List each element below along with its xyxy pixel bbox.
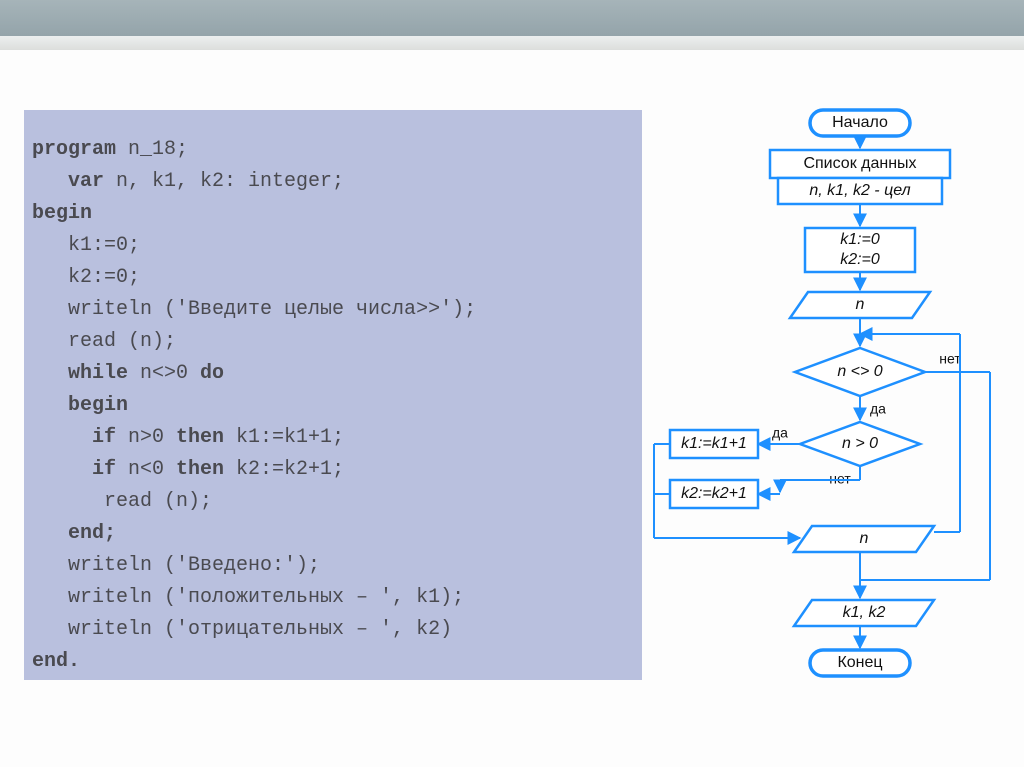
code-line: end; — [32, 518, 634, 550]
code-line: k1:=0; — [32, 230, 634, 262]
code-line: writeln ('положительных – ', k1); — [32, 582, 634, 614]
code-line: read (n); — [32, 326, 634, 358]
code-line: if n<0 then k2:=k2+1; — [32, 454, 634, 486]
flowchart: Начало Список данных n, k1, k2 - цел k1:… — [640, 100, 1020, 760]
flow-init2: k2:=0 — [840, 251, 880, 268]
flow-vars: n, k1, k2 - цел — [809, 182, 910, 199]
code-line: var n, k1, k2: integer; — [32, 166, 634, 198]
flow-end: Конец — [837, 654, 882, 671]
code-line: k2:=0; — [32, 262, 634, 294]
flow-cond2: n > 0 — [842, 435, 878, 452]
code-line: writeln ('Введено:'); — [32, 550, 634, 582]
flow-assign1: k1:=k1+1 — [681, 435, 747, 452]
flow-no1: нет — [939, 351, 961, 367]
code-line: while n<>0 do — [32, 358, 634, 390]
flow-in-n2: n — [860, 530, 869, 547]
code-line: begin — [32, 390, 634, 422]
flow-yes1: да — [870, 401, 886, 417]
flow-assign2: k2:=k2+1 — [681, 485, 747, 502]
flow-start: Начало — [832, 114, 888, 131]
flow-in-n1: n — [856, 296, 865, 313]
header-bar-bottom — [0, 36, 1024, 50]
flow-cond1: n <> 0 — [837, 363, 882, 380]
code-line: writeln ('Введите целые числа>>'); — [32, 294, 634, 326]
flow-init1: k1:=0 — [840, 231, 880, 248]
code-line: writeln ('отрицательных – ', k2) — [32, 614, 634, 646]
code-line: end. — [32, 646, 634, 678]
flow-yes2: да — [772, 425, 788, 441]
code-line: if n>0 then k1:=k1+1; — [32, 422, 634, 454]
code-panel: program n_18; var n, k1, k2: integer; be… — [24, 110, 642, 680]
code-line: begin — [32, 198, 634, 230]
header-bar-top — [0, 0, 1024, 36]
flow-no2: нет — [829, 471, 851, 487]
code-line: program n_18; — [32, 134, 634, 166]
flow-out: k1, k2 — [843, 604, 886, 621]
flow-datalist: Список данных — [803, 155, 916, 172]
code-line: read (n); — [32, 486, 634, 518]
